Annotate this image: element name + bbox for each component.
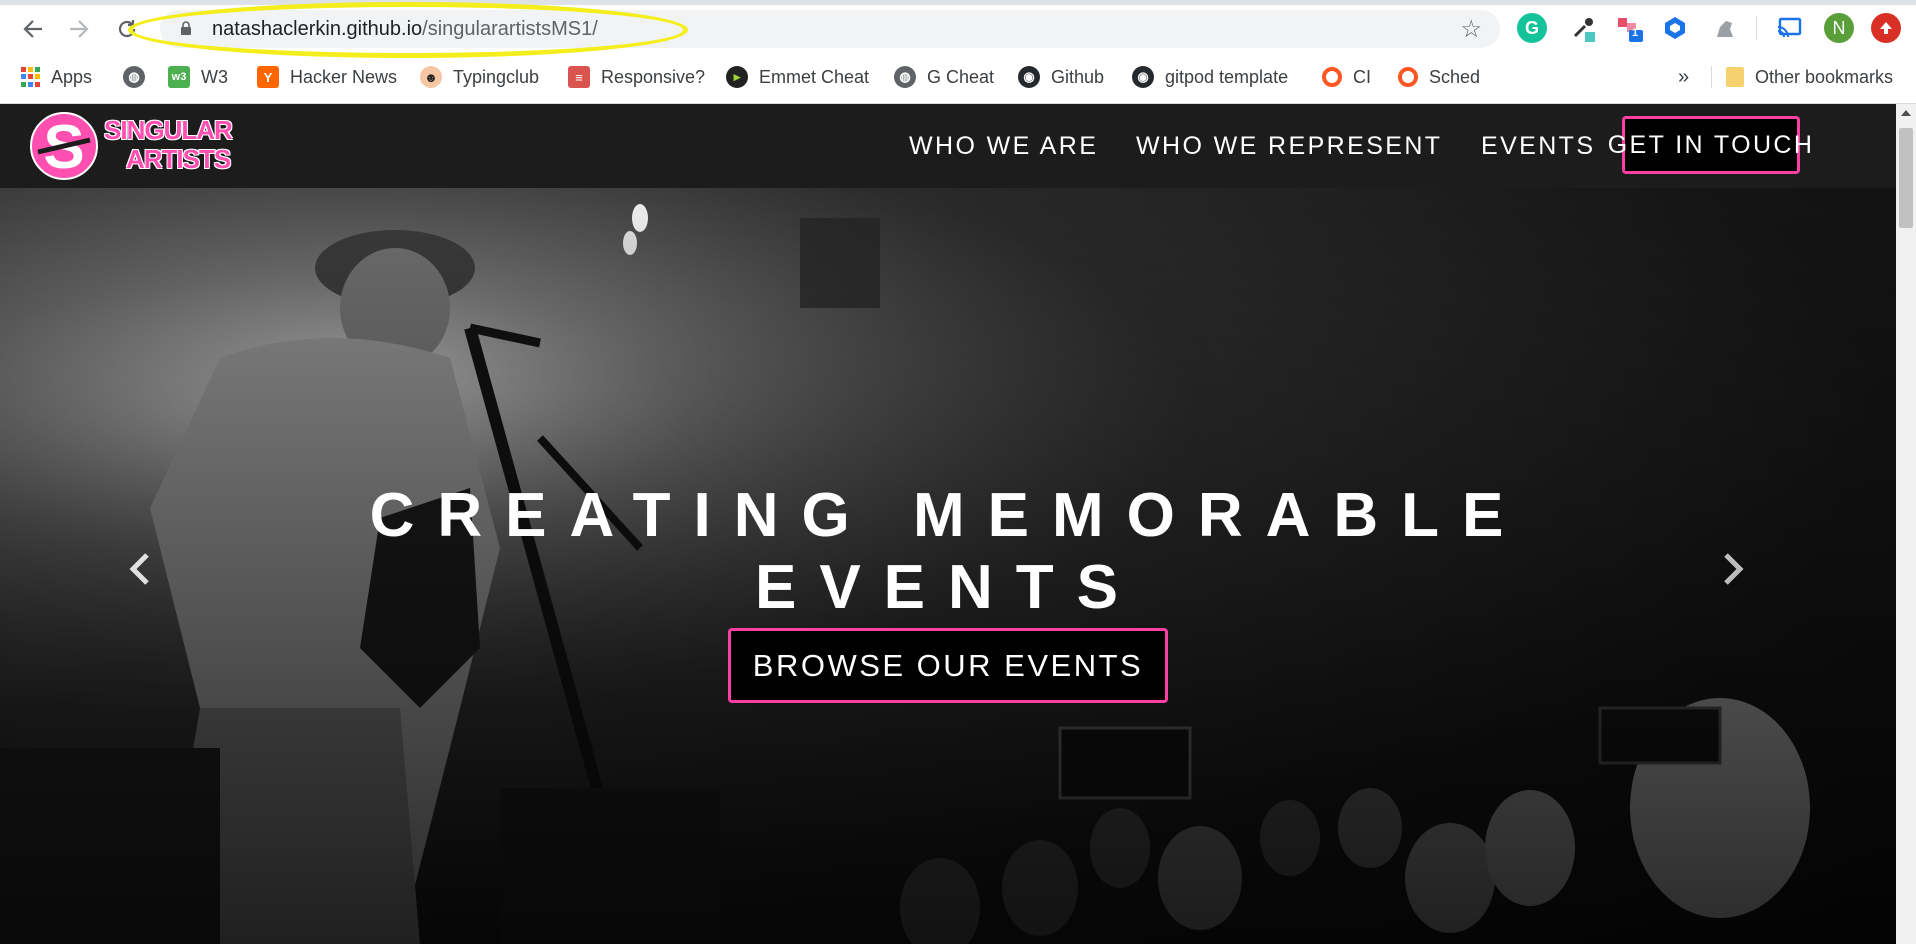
emmet-icon: ▸ xyxy=(726,66,748,88)
back-button[interactable] xyxy=(16,12,50,46)
bookmark-hacker-news[interactable]: Y Hacker News xyxy=(257,60,397,94)
bookmark-sched[interactable]: Sched xyxy=(1398,60,1480,94)
bookmark-gitpod-template[interactable]: ◉ gitpod template xyxy=(1132,60,1288,94)
address-bar[interactable]: natashaclerkin.github.io/singularartists… xyxy=(160,10,1500,48)
logo-line2: ARTISTS xyxy=(126,144,231,174)
apps-grid-icon xyxy=(20,67,40,87)
nav-who-we-represent[interactable]: WHO WE REPRESENT xyxy=(1136,132,1442,161)
logo-wordmark: SINGULAR ARTISTS xyxy=(104,115,233,174)
scroll-up-arrow-icon[interactable] xyxy=(1901,110,1911,116)
bookmark-other-bookmarks[interactable]: Other bookmarks xyxy=(1726,60,1893,94)
back-arrow-icon xyxy=(23,20,42,38)
browser-chrome: natashaclerkin.github.io/singularartists… xyxy=(0,0,1916,104)
reload-button[interactable] xyxy=(110,12,144,46)
hero-title-line1: CREATING MEMORABLE xyxy=(369,480,1527,550)
update-icon[interactable] xyxy=(1871,13,1901,43)
site-navbar: S SINGULAR ARTISTS WHO WE ARE WHO WE REP… xyxy=(0,104,1896,188)
colorpicker-extension-icon[interactable] xyxy=(1568,13,1598,43)
url-text[interactable]: natashaclerkin.github.io/singularartists… xyxy=(212,18,598,41)
typingclub-icon: ☻ xyxy=(420,66,442,88)
hacker-news-icon: Y xyxy=(257,66,279,88)
bookmark-emmet[interactable]: ▸ Emmet Cheat xyxy=(726,60,869,94)
bookmark-label: Hacker News xyxy=(290,66,398,87)
nav-events[interactable]: EVENTS xyxy=(1481,132,1595,161)
hero-title-line2: EVENTS xyxy=(754,552,1142,622)
bookmark-apps[interactable]: Apps xyxy=(20,60,92,94)
bookmark-ci[interactable]: CI xyxy=(1322,60,1371,94)
ci-icon xyxy=(1322,67,1342,87)
bookmark-label: Emmet Cheat xyxy=(759,66,870,87)
bookmark-github[interactable]: ◉ Github xyxy=(1018,60,1104,94)
url-path: /singularartistsMS1/ xyxy=(422,18,598,40)
url-host: natashaclerkin.github.io xyxy=(212,18,423,40)
extension-badge-count: 1 xyxy=(1632,27,1639,39)
globe-icon: ◍ xyxy=(894,66,916,88)
logo-s-mark: S xyxy=(30,112,98,180)
hero-carousel: CREATING MEMORABLE EVENTS BROWSE OUR EVE… xyxy=(0,188,1896,944)
page-scrollbar[interactable] xyxy=(1896,104,1916,944)
get-in-touch-button[interactable]: GET IN TOUCH xyxy=(1608,116,1812,174)
reload-icon xyxy=(118,20,136,38)
scrollbar-thumb[interactable] xyxy=(1899,128,1913,228)
github-icon: ◉ xyxy=(1018,66,1040,88)
bookmark-label: Sched xyxy=(1429,66,1481,87)
bookmarks-bar: Apps ◍ w3 W3 Y Hacker News ☻ Typingclub … xyxy=(0,60,1916,94)
chevron-right-icon xyxy=(1724,553,1744,585)
bookmark-responsive[interactable]: ≡ Responsive? xyxy=(568,60,705,94)
w3-icon: w3 xyxy=(168,66,190,88)
bookmark-globe[interactable]: ◍ xyxy=(123,60,156,94)
bookmark-label: Responsive? xyxy=(601,66,706,87)
bookmark-label: Other bookmarks xyxy=(1755,66,1894,87)
globe-icon: ◍ xyxy=(123,66,145,88)
bookmarks-overflow-button[interactable]: » xyxy=(1678,60,1689,94)
bookmark-star-icon[interactable]: ☆ xyxy=(1460,15,1482,44)
tab-strip-edge xyxy=(0,0,1916,5)
site-logo[interactable]: S SINGULAR ARTISTS xyxy=(28,112,238,180)
codepen-extension-icon[interactable] xyxy=(1660,13,1690,43)
responsive-icon: ≡ xyxy=(568,66,590,88)
logo-line1: SINGULAR xyxy=(104,115,233,145)
hero-title: CREATING MEMORABLE EVENTS xyxy=(0,480,1896,624)
bookmark-label: CI xyxy=(1353,66,1371,87)
extension-badge-icon[interactable]: 1 xyxy=(1615,13,1645,43)
folder-icon xyxy=(1726,67,1744,87)
bookmark-label: Typingclub xyxy=(453,66,540,87)
bookmark-w3[interactable]: w3 W3 xyxy=(168,60,228,94)
carousel-prev-button[interactable] xyxy=(120,544,160,594)
forward-button[interactable] xyxy=(62,12,96,46)
github-icon: ◉ xyxy=(1132,66,1154,88)
browse-events-button[interactable]: BROWSE OUR EVENTS xyxy=(728,628,1168,703)
profile-avatar[interactable]: N xyxy=(1824,13,1854,43)
bookmark-g-cheat[interactable]: ◍ G Cheat xyxy=(894,60,994,94)
forward-arrow-icon xyxy=(70,20,89,38)
nav-who-we-are[interactable]: WHO WE ARE xyxy=(909,132,1098,161)
chevron-left-icon xyxy=(129,553,149,585)
bookmark-label: G Cheat xyxy=(927,66,995,87)
lock-icon xyxy=(181,21,191,35)
web-page: S SINGULAR ARTISTS WHO WE ARE WHO WE REP… xyxy=(0,104,1896,944)
toolbar-divider xyxy=(1756,16,1757,40)
bookmarks-divider xyxy=(1711,66,1712,88)
bookmark-typingclub[interactable]: ☻ Typingclub xyxy=(420,60,539,94)
bookmark-label: gitpod template xyxy=(1165,66,1289,87)
sched-icon xyxy=(1398,67,1418,87)
carousel-next-button[interactable] xyxy=(1713,544,1753,594)
bookmark-label: W3 xyxy=(201,66,228,87)
unicorn-extension-icon[interactable] xyxy=(1710,13,1740,43)
bookmark-label: Apps xyxy=(51,66,93,87)
cast-icon[interactable] xyxy=(1775,13,1805,43)
grammarly-extension-icon[interactable]: G xyxy=(1517,13,1547,43)
bookmark-label: Github xyxy=(1051,66,1105,87)
